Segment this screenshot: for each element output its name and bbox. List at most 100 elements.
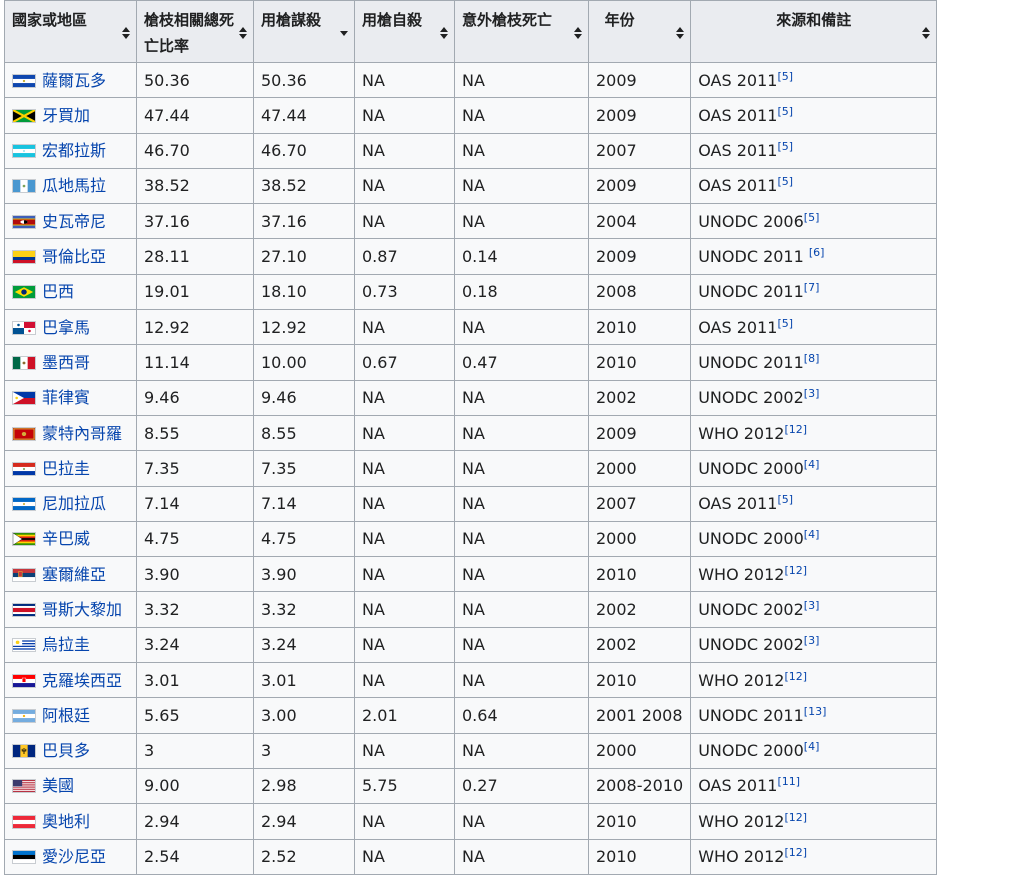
country-link[interactable]: 辛巴威: [42, 529, 90, 548]
col-header-accidental[interactable]: 意外槍枝死亡: [454, 0, 589, 63]
country-cell: 蒙特內哥羅: [4, 414, 137, 452]
country-link[interactable]: 巴拉圭: [42, 459, 90, 478]
country-link[interactable]: 宏都拉斯: [42, 141, 106, 160]
col-header-source[interactable]: 來源和備註: [690, 0, 938, 63]
reference-link[interactable]: [5]: [777, 175, 793, 188]
country-link[interactable]: 阿根廷: [42, 706, 90, 725]
accidental-cell: NA: [454, 414, 589, 452]
reference-link[interactable]: [12]: [784, 423, 807, 436]
suicide-cell: NA: [354, 203, 455, 240]
reference-link[interactable]: [5]: [777, 70, 793, 83]
reference-link[interactable]: [6]: [809, 246, 825, 259]
source-text: UNODC 2011: [698, 282, 804, 302]
country-link[interactable]: 烏拉圭: [42, 635, 90, 654]
table-row: 巴拉圭 7.35 7.35 NA NA 2000 UNODC 2000[4]: [4, 450, 938, 487]
suicide-cell: NA: [354, 97, 455, 134]
col-header-suicide[interactable]: 用槍自殺: [354, 0, 455, 63]
source-cell: WHO 2012[12]: [690, 662, 938, 699]
reference-link[interactable]: [5]: [777, 317, 793, 330]
country-link[interactable]: 牙買加: [42, 106, 90, 125]
col-header-country[interactable]: 國家或地區: [4, 0, 137, 63]
country-link[interactable]: 史瓦帝尼: [42, 212, 106, 231]
reference-link[interactable]: [13]: [804, 705, 827, 718]
col-header-homicide[interactable]: 用槍謀殺: [253, 0, 355, 63]
year-cell: 2002: [587, 626, 692, 664]
homicide-cell: 50.36: [253, 61, 355, 99]
col-header-total-rate[interactable]: 槍枝相關總死亡比率: [136, 0, 254, 63]
reference-link[interactable]: [12]: [784, 670, 807, 683]
table-row: 宏都拉斯 46.70 46.70 NA NA 2007 OAS 2011[5]: [4, 132, 938, 169]
sort-both-icon[interactable]: [122, 27, 130, 39]
year-cell: 2009: [587, 414, 692, 452]
sort-both-icon[interactable]: [574, 27, 582, 39]
reference-link[interactable]: [12]: [784, 564, 807, 577]
table-row: 巴貝多 3 3 NA NA 2000 UNODC 2000[4]: [4, 732, 938, 769]
country-link[interactable]: 尼加拉瓜: [42, 494, 106, 513]
reference-link[interactable]: [4]: [804, 528, 820, 541]
total-cell: 3: [136, 732, 254, 769]
col-header-year[interactable]: 年份: [587, 0, 692, 63]
reference-link[interactable]: [5]: [777, 140, 793, 153]
country-link[interactable]: 巴貝多: [42, 741, 90, 760]
reference-link[interactable]: [5]: [804, 211, 820, 224]
source-cell: WHO 2012[12]: [690, 838, 938, 875]
country-cell: 瓜地馬拉: [4, 167, 137, 205]
total-cell: 7.35: [136, 450, 254, 487]
accidental-cell: NA: [454, 485, 589, 522]
accidental-cell: 0.64: [454, 697, 589, 734]
homicide-cell: 3.00: [253, 697, 355, 734]
sort-descending-icon[interactable]: [340, 27, 348, 39]
total-cell: 2.94: [136, 803, 254, 840]
country-link[interactable]: 巴西: [42, 282, 74, 301]
reference-link[interactable]: [3]: [804, 387, 820, 400]
country-link[interactable]: 愛沙尼亞: [42, 847, 106, 866]
country-link[interactable]: 巴拿馬: [42, 318, 90, 337]
reference-link[interactable]: [3]: [804, 634, 820, 647]
country-link[interactable]: 美國: [42, 776, 74, 795]
year-cell: 2010: [587, 838, 692, 875]
country-link[interactable]: 蒙特內哥羅: [42, 424, 122, 443]
country-cell: 巴西: [4, 273, 137, 311]
reference-link[interactable]: [7]: [804, 281, 820, 294]
reference-link[interactable]: [5]: [777, 105, 793, 118]
reference-link[interactable]: [8]: [804, 352, 820, 365]
country-link[interactable]: 哥斯大黎加: [42, 600, 122, 619]
year-cell: 2008: [587, 273, 692, 311]
year-cell: 2000: [587, 520, 692, 558]
table-row: 巴拿馬 12.92 12.92 NA NA 2010 OAS 2011[5]: [4, 309, 938, 346]
sort-both-icon[interactable]: [440, 27, 448, 39]
country-cell: 宏都拉斯: [4, 132, 137, 169]
source-cell: OAS 2011[5]: [690, 167, 938, 205]
country-link[interactable]: 塞爾維亞: [42, 565, 106, 584]
sort-both-icon[interactable]: [922, 27, 931, 39]
suicide-cell: NA: [354, 167, 455, 205]
reference-link[interactable]: [4]: [804, 740, 820, 753]
country-link[interactable]: 克羅埃西亞: [42, 671, 122, 690]
reference-link[interactable]: [11]: [777, 775, 800, 788]
year-cell: 2009: [587, 238, 692, 275]
reference-link[interactable]: [4]: [804, 458, 820, 471]
homicide-cell: 7.14: [253, 485, 355, 522]
source-cell: OAS 2011[11]: [690, 767, 938, 805]
sort-both-icon[interactable]: [239, 27, 247, 39]
table-row: 史瓦帝尼 37.16 37.16 NA NA 2004 UNODC 2006[5]: [4, 203, 938, 240]
country-link[interactable]: 薩爾瓦多: [42, 71, 106, 90]
country-link[interactable]: 瓜地馬拉: [42, 176, 106, 195]
country-link[interactable]: 哥倫比亞: [42, 247, 106, 266]
source-text: WHO 2012: [698, 670, 785, 690]
sort-both-icon[interactable]: [676, 27, 685, 39]
flag-el-salvador-icon: [12, 73, 36, 88]
table-row: 美國 9.00 2.98 5.75 0.27 2008-2010 OAS 2011[11]: [4, 767, 938, 805]
reference-link[interactable]: [5]: [777, 493, 793, 506]
accidental-cell: NA: [454, 450, 589, 487]
country-link[interactable]: 菲律賓: [42, 388, 90, 407]
source-cell: UNODC 2011 [6]: [690, 238, 938, 275]
source-cell: OAS 2011[5]: [690, 97, 938, 134]
header-row: 國家或地區 槍枝相關總死亡比率 用槍謀殺 用槍自殺 意外槍枝死亡 年份 來源和備…: [4, 0, 938, 63]
reference-link[interactable]: [3]: [804, 599, 820, 612]
flag-philippines-icon: [12, 391, 36, 406]
reference-link[interactable]: [12]: [784, 811, 807, 824]
country-link[interactable]: 墨西哥: [42, 353, 90, 372]
accidental-cell: NA: [454, 662, 589, 699]
country-link[interactable]: 奧地利: [42, 812, 90, 831]
